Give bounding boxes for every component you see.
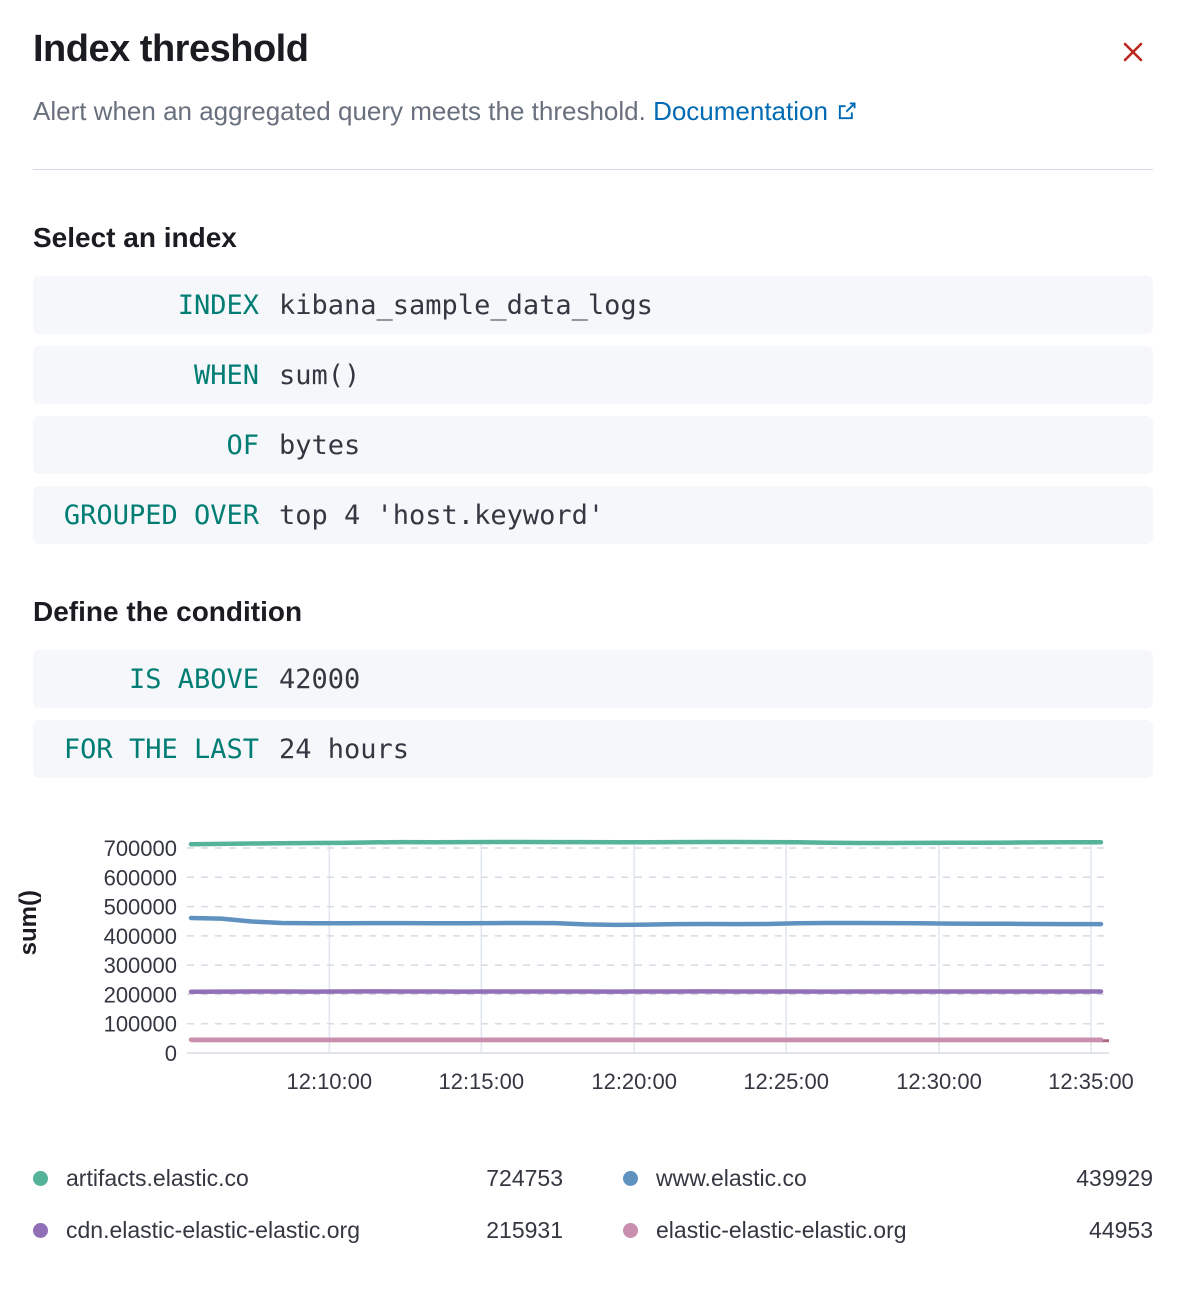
series-line-0[interactable] — [191, 842, 1101, 844]
expression-label: IS ABOVE — [37, 664, 259, 695]
expression-value: bytes — [279, 430, 360, 461]
flyout-subtitle: Alert when an aggregated query meets the… — [33, 93, 1153, 129]
x-tick-label: 12:15:00 — [438, 1069, 524, 1094]
legend-item[interactable]: www.elastic.co 439929 — [623, 1160, 1153, 1196]
y-tick-label: 400000 — [104, 924, 177, 949]
expression-index-row[interactable]: INDEX kibana_sample_data_logs — [33, 276, 1153, 334]
expression-label: WHEN — [37, 360, 259, 391]
legend-label: cdn.elastic-elastic-elastic.org — [66, 1217, 486, 1244]
expression-grouped-over-row[interactable]: GROUPED OVER top 4 'host.keyword' — [33, 486, 1153, 544]
legend-dot-green — [33, 1171, 48, 1186]
legend-label: www.elastic.co — [656, 1165, 1076, 1192]
x-tick-label: 12:30:00 — [896, 1069, 982, 1094]
documentation-link[interactable]: Documentation — [653, 96, 858, 126]
x-tick-label: 12:35:00 — [1048, 1069, 1134, 1094]
legend-item[interactable]: elastic-elastic-elastic.org 44953 — [623, 1212, 1153, 1248]
expression-value: 42000 — [279, 664, 360, 695]
series-line-1[interactable] — [191, 918, 1101, 925]
chart-legend: artifacts.elastic.co 724753 www.elastic.… — [33, 1160, 1153, 1248]
close-icon — [1119, 38, 1147, 66]
expression-value: top 4 'host.keyword' — [279, 500, 604, 531]
section-heading-index: Select an index — [33, 222, 1153, 254]
y-tick-label: 700000 — [104, 836, 177, 861]
y-tick-label: 600000 — [104, 866, 177, 891]
y-tick-label: 300000 — [104, 954, 177, 979]
index-threshold-flyout: Index threshold Alert when an aggregated… — [0, 0, 1186, 1304]
condition-timewindow-row[interactable]: FOR THE LAST 24 hours — [33, 720, 1153, 778]
flyout-header: Index threshold — [33, 28, 1153, 75]
legend-value: 439929 — [1076, 1165, 1153, 1192]
legend-dot-purple — [33, 1223, 48, 1238]
y-tick-label: 100000 — [104, 1012, 177, 1037]
chart-canvas[interactable]: 12:10:00 12:15:00 12:20:00 12:25:00 12:30:00… — [33, 834, 1153, 1104]
expression-when-row[interactable]: WHEN sum() — [33, 346, 1153, 404]
legend-value: 215931 — [486, 1217, 563, 1244]
threshold-preview-chart: sum() 12:10:0012:15:0012:20:0012:25:0012… — [33, 834, 1153, 1134]
expression-label: OF — [37, 430, 259, 461]
expression-of-row[interactable]: OF bytes — [33, 416, 1153, 474]
expression-label: GROUPED OVER — [37, 500, 259, 531]
section-heading-condition: Define the condition — [33, 596, 1153, 628]
expression-value: sum() — [279, 360, 360, 391]
expression-label: FOR THE LAST — [37, 734, 259, 765]
external-link-icon — [836, 100, 858, 122]
condition-threshold-row[interactable]: IS ABOVE 42000 — [33, 650, 1153, 708]
x-tick-label: 12:10:00 — [286, 1069, 372, 1094]
header-divider — [33, 169, 1153, 170]
subtitle-text: Alert when an aggregated query meets the… — [33, 96, 646, 126]
page-title: Index threshold — [33, 28, 308, 71]
expression-label: INDEX — [37, 290, 259, 321]
y-tick-label: 500000 — [104, 895, 177, 920]
legend-item[interactable]: cdn.elastic-elastic-elastic.org 215931 — [33, 1212, 563, 1248]
legend-label: artifacts.elastic.co — [66, 1165, 486, 1192]
close-button[interactable] — [1113, 32, 1153, 75]
legend-label: elastic-elastic-elastic.org — [656, 1217, 1089, 1244]
x-tick-label: 12:20:00 — [591, 1069, 677, 1094]
legend-dot-pink — [623, 1223, 638, 1238]
x-tick-label: 12:25:00 — [743, 1069, 829, 1094]
legend-item[interactable]: artifacts.elastic.co 724753 — [33, 1160, 563, 1196]
y-tick-label: 200000 — [104, 983, 177, 1008]
y-axis-label: sum() — [15, 890, 43, 955]
expression-value: kibana_sample_data_logs — [279, 290, 653, 321]
legend-dot-blue — [623, 1171, 638, 1186]
y-tick-label: 0 — [165, 1041, 177, 1066]
legend-value: 724753 — [486, 1165, 563, 1192]
legend-value: 44953 — [1089, 1217, 1153, 1244]
expression-value: 24 hours — [279, 734, 409, 765]
